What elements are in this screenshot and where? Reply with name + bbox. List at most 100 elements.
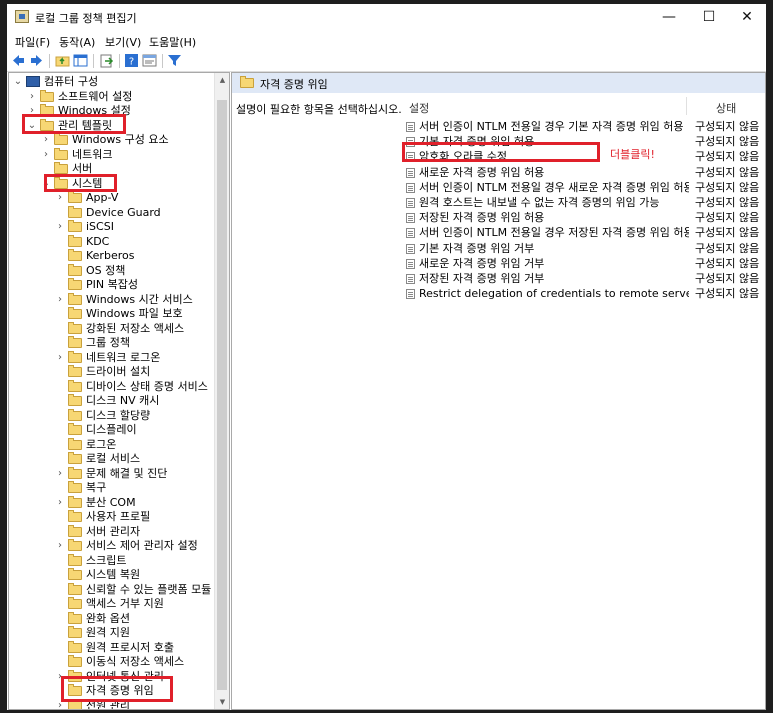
setting-state: 구성되지 않음	[695, 165, 760, 179]
policy-setting-icon	[406, 289, 415, 300]
tree-item-label: Kerberos	[86, 249, 135, 262]
tree-item-label: 분산 COM	[86, 495, 136, 509]
setting-state: 구성되지 않음	[695, 272, 760, 285]
folder-icon	[68, 481, 82, 493]
show-tree-icon[interactable]	[73, 53, 88, 68]
policy-setting-icon	[406, 182, 415, 193]
policy-setting-icon	[406, 243, 415, 254]
maximize-button[interactable]: ☐	[690, 4, 728, 30]
folder-icon	[68, 640, 82, 653]
tree-item-label: App-V	[86, 191, 119, 204]
tree-item-label: Windows 파일 보호	[86, 307, 183, 320]
help-icon[interactable]: ?	[124, 53, 139, 68]
tree-item-label: 신뢰할 수 있는 플랫폼 모듈	[86, 582, 212, 596]
expand-chevron-icon[interactable]: ›	[55, 293, 65, 307]
menu-view[interactable]: 보기(V)	[105, 34, 141, 50]
policy-setting-icon	[406, 228, 415, 239]
tree-item-label: 디스플레이	[86, 423, 137, 436]
scroll-thumb[interactable]	[217, 100, 227, 690]
folder-icon	[68, 249, 82, 261]
setting-row[interactable]: 원격 호스트는 내보낼 수 없는 자격 증명의 위임 가능 구성되지 않음	[406, 195, 761, 210]
expand-chevron-icon[interactable]: ›	[41, 148, 51, 162]
tree-item-label: 사용자 프로필	[86, 510, 151, 523]
expand-chevron-icon[interactable]: ›	[55, 220, 65, 234]
menu-file[interactable]: 파일(F)	[15, 34, 50, 50]
folder-icon	[68, 452, 82, 464]
setting-state: 구성되지 않음	[695, 256, 760, 270]
tree-item-label: PIN 복잡성	[86, 278, 138, 291]
folder-icon	[68, 191, 82, 203]
menu-action[interactable]: 동작(A)	[59, 34, 95, 50]
tree-item-label: 네트워크 로그온	[86, 350, 161, 364]
tree-item-label: 로컬 서비스	[86, 452, 141, 465]
folder-icon	[54, 147, 68, 160]
tree-item-label: 네트워크	[72, 147, 113, 161]
tree-item-label: 디스크 할당량	[86, 408, 151, 422]
folder-icon	[68, 655, 82, 667]
scroll-down-arrow-icon[interactable]: ▼	[215, 695, 229, 709]
setting-name: 서버 인증이 NTLM 전용일 경우 저장된 자격 증명 위임 허용	[419, 226, 689, 240]
collapse-chevron-icon[interactable]: ⌄	[13, 75, 23, 89]
folder-icon	[68, 437, 82, 450]
policy-setting-icon	[406, 198, 415, 208]
tree-item-label: 컴퓨터 구성	[44, 75, 99, 88]
highlight-system	[44, 174, 117, 192]
tree-item-label: 서버 관리자	[86, 524, 141, 538]
expand-chevron-icon[interactable]: ›	[55, 351, 65, 365]
setting-row[interactable]: 서버 인증이 NTLM 전용일 경우 기본 자격 증명 위임 허용 구성되지 않음	[406, 119, 761, 134]
folder-icon	[68, 220, 82, 232]
tree-item-label: 문제 해결 및 진단	[86, 466, 168, 480]
folder-icon	[68, 626, 82, 638]
menu-bar: 파일(F) 동작(A) 보기(V) 도움말(H)	[7, 32, 766, 50]
back-arrow-icon[interactable]	[11, 53, 26, 68]
folder-icon	[68, 321, 82, 334]
expand-chevron-icon[interactable]: ›	[55, 191, 65, 205]
setting-row[interactable]: 새로운 자격 증명 위임 거부 구성되지 않음	[406, 256, 761, 271]
forward-arrow-icon[interactable]	[29, 53, 44, 68]
setting-name: 저장된 자격 증명 위임 거부	[419, 272, 545, 285]
properties-icon[interactable]	[142, 53, 157, 68]
folder-icon	[68, 466, 82, 479]
setting-name: 서버 인증이 NTLM 전용일 경우 기본 자격 증명 위임 허용	[419, 120, 684, 133]
filter-icon[interactable]	[167, 53, 182, 68]
scroll-up-arrow-icon[interactable]: ▲	[215, 73, 229, 87]
expand-chevron-icon[interactable]: ›	[55, 496, 65, 510]
tree-item-label: iSCSI	[86, 220, 114, 233]
setting-row[interactable]: 기본 자격 증명 위임 거부 구성되지 않음	[406, 241, 761, 256]
minimize-button[interactable]: —	[650, 4, 688, 30]
tree-scrollbar[interactable]: ▲ ▼	[214, 73, 229, 709]
highlight-encryption-oracle	[402, 142, 600, 162]
tree-item-label: 디스크 NV 캐시	[86, 394, 160, 407]
expand-chevron-icon[interactable]: ›	[27, 90, 37, 104]
policy-setting-icon	[406, 213, 415, 224]
folder-icon	[68, 495, 82, 508]
menu-help[interactable]: 도움말(H)	[149, 34, 196, 50]
setting-row[interactable]: Restrict delegation of credentials to re…	[406, 286, 761, 301]
expand-chevron-icon[interactable]: ›	[55, 539, 65, 553]
setting-row[interactable]: 새로운 자격 증명 위임 허용 구성되지 않음	[406, 165, 761, 180]
export-list-icon[interactable]	[99, 53, 114, 68]
folder-icon	[68, 539, 82, 551]
setting-row[interactable]: 서버 인증이 NTLM 전용일 경우 새로운 자격 증명 위임 허용 구성되지 않…	[406, 180, 761, 195]
tree-item-label: 그룹 정책	[86, 336, 130, 349]
column-header-setting[interactable]: 설정	[409, 100, 429, 116]
up-folder-icon[interactable]	[55, 53, 70, 68]
tree-item-label: 강화된 저장소 액세스	[86, 321, 185, 335]
setting-row[interactable]: 서버 인증이 NTLM 전용일 경우 저장된 자격 증명 위임 허용 구성되지 않…	[406, 225, 761, 240]
tree-item-label: 서비스 제어 관리자 설정	[86, 539, 198, 552]
column-header-state[interactable]: 상태	[716, 100, 736, 116]
folder-icon	[68, 611, 82, 624]
setting-row[interactable]: 저장된 자격 증명 위임 허용 구성되지 않음	[406, 210, 761, 225]
tree-item-label: KDC	[86, 234, 110, 248]
tree-pane: ⌄ 컴퓨터 구성 › 소프트웨어 설정 › Windows 설정 ⌄ 관리 템플릿 › Windo…	[8, 72, 230, 710]
tree-item-label: 소프트웨어 설정	[58, 89, 133, 103]
expand-chevron-icon[interactable]: ›	[41, 133, 51, 147]
folder-icon	[68, 394, 82, 406]
description-text: 설명이 필요한 항목을 선택하십시오.	[236, 103, 402, 116]
folder-icon	[68, 350, 82, 363]
close-button[interactable]: ✕	[728, 4, 766, 30]
folder-icon	[68, 336, 82, 348]
expand-chevron-icon[interactable]: ›	[55, 467, 65, 481]
setting-row[interactable]: 저장된 자격 증명 위임 거부 구성되지 않음	[406, 271, 761, 286]
details-title: 자격 증명 위임	[260, 78, 328, 91]
